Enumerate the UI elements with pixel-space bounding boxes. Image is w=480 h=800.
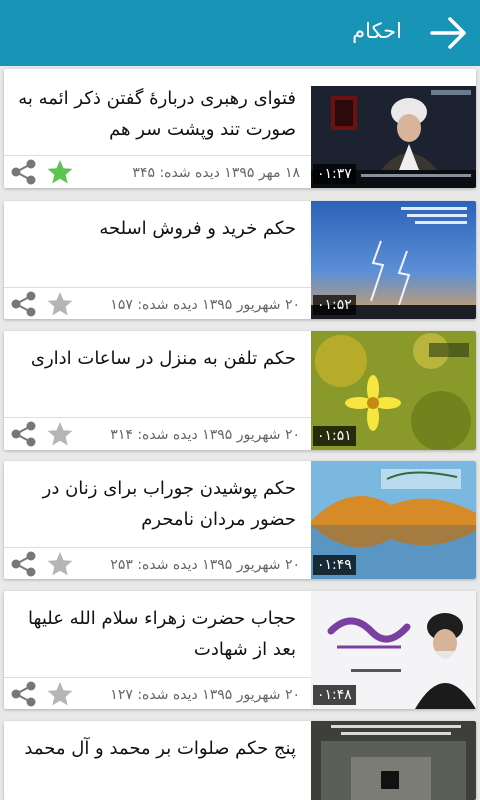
views-count: ۱۲۷ [110,687,133,703]
video-duration: ۰۱:۴۹ [313,555,356,575]
star-icon[interactable] [46,550,74,578]
video-card[interactable]: ۰۱:۴۹ حکم پوشیدن جوراب برای زنان در حضور… [4,461,476,579]
star-icon-favorited[interactable] [46,158,74,186]
star-icon[interactable] [46,680,74,708]
item-date: ۲۰ شهریور ۱۳۹۵ [202,297,300,313]
video-card[interactable]: ۰۱:۵۲ حکم خرید و فروش اسلحه ۲۰ شهریور ۱۳… [4,201,476,319]
star-icon[interactable] [46,420,74,448]
views-count: ۱۵۷ [110,297,133,313]
item-meta: ۲۰ شهریور ۱۳۹۵ دیده شده: ۳۱۴ [110,420,300,450]
item-date: ۲۰ شهریور ۱۳۹۵ [202,687,300,703]
share-icon[interactable] [10,420,38,448]
video-card[interactable]: ۰۱:۴۸ حجاب حضرت زهراء سلام الله علیها بع… [4,591,476,709]
item-meta: ۲۰ شهریور ۱۳۹۵ دیده شده: ۱۵۷ [110,290,300,319]
views-count: ۳۴۵ [132,165,155,181]
video-duration: ۰۱:۵۱ [313,426,356,446]
kaaba-aerial-thumbnail[interactable] [311,721,476,800]
item-date: ۱۸ مهر ۱۳۹۵ [224,165,300,181]
card-divider [4,547,311,548]
item-title[interactable]: حکم پوشیدن جوراب برای زنان در حضور مردان… [16,473,296,535]
portrait-calligraphy-thumbnail[interactable]: ۰۱:۴۸ [311,591,476,709]
views-label: دیده شده: [137,557,198,573]
video-duration: ۰۱:۵۲ [313,295,356,315]
item-meta: ۲۰ شهریور ۱۳۹۵ دیده شده: ۲۵۳ [110,550,300,579]
card-divider [4,155,311,156]
cleric-video-thumbnail[interactable]: ۰۱:۳۷ [311,86,476,188]
card-divider [4,287,311,288]
item-meta: ۲۰ شهریور ۱۳۹۵ دیده شده: ۱۲۷ [110,680,300,709]
views-label: دیده شده: [137,297,198,313]
video-card[interactable]: ۰۱:۵۱ حکم تلفن به منزل در ساعات اداری ۲۰… [4,331,476,450]
share-icon[interactable] [10,680,38,708]
back-arrow-icon[interactable] [430,15,468,51]
item-title[interactable]: پنج حکم صلوات بر محمد و آل محمد [16,733,296,764]
app-bar: احکام [0,0,480,66]
page-title: احکام [352,19,402,43]
item-title[interactable]: حکم خرید و فروش اسلحه [16,213,296,244]
video-card[interactable]: ۰۱:۳۷ فتوای رهبری دربارۀ گفتن ذکر ائمه ب… [4,69,476,188]
card-divider [4,417,311,418]
item-title[interactable]: حکم تلفن به منزل در ساعات اداری [16,343,296,374]
views-count: ۳۱۴ [110,427,133,443]
item-date: ۲۰ شهریور ۱۳۹۵ [202,557,300,573]
star-icon[interactable] [46,290,74,318]
video-duration: ۰۱:۴۸ [313,685,356,705]
video-card[interactable]: پنج حکم صلوات بر محمد و آل محمد [4,721,476,800]
item-date: ۲۰ شهریور ۱۳۹۵ [202,427,300,443]
autumn-lake-thumbnail[interactable]: ۰۱:۴۹ [311,461,476,579]
card-divider [4,677,311,678]
views-count: ۲۵۳ [110,557,133,573]
views-label: دیده شده: [137,687,198,703]
video-duration: ۰۱:۳۷ [313,164,356,184]
views-label: دیده شده: [159,165,220,181]
lightning-sky-thumbnail[interactable]: ۰۱:۵۲ [311,201,476,319]
share-icon[interactable] [10,290,38,318]
share-icon[interactable] [10,550,38,578]
yellow-flower-thumbnail[interactable]: ۰۱:۵۱ [311,331,476,450]
item-title[interactable]: حجاب حضرت زهراء سلام الله علیها بعد از ش… [16,603,296,665]
views-label: دیده شده: [137,427,198,443]
item-meta: ۱۸ مهر ۱۳۹۵ دیده شده: ۳۴۵ [132,158,300,188]
item-title[interactable]: فتوای رهبری دربارۀ گفتن ذکر ائمه به صورت… [16,83,296,145]
share-icon[interactable] [10,158,38,186]
